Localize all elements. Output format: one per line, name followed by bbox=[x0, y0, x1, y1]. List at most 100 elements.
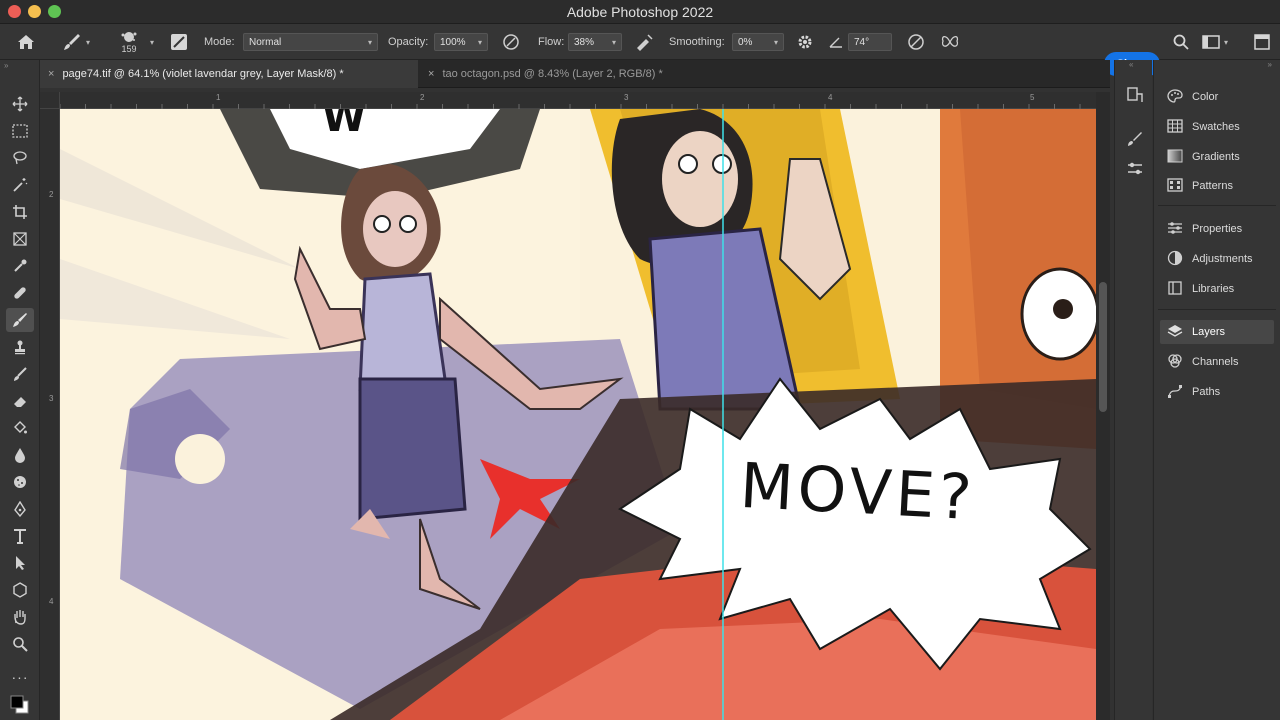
panel-layout-button[interactable] bbox=[1254, 24, 1270, 60]
mode-select[interactable]: Normal ▾ bbox=[243, 33, 378, 51]
eraser-icon bbox=[14, 397, 26, 407]
horizontal-ruler[interactable]: 1 2 3 4 5 bbox=[60, 92, 1096, 109]
symmetry-button[interactable] bbox=[940, 24, 960, 60]
ruler-label: 5 bbox=[1030, 93, 1035, 102]
tools-panel: » ··· bbox=[0, 60, 40, 720]
tab-label: tao octagon.psd @ 8.43% (Layer 2, RGB/8)… bbox=[442, 68, 663, 80]
panel-label: Libraries bbox=[1192, 283, 1235, 295]
zoom-tool[interactable] bbox=[6, 632, 34, 656]
chevron-down-icon[interactable]: ▾ bbox=[150, 38, 154, 47]
paintbrush-icon bbox=[13, 313, 27, 327]
foreground-color-swatch[interactable] bbox=[6, 693, 34, 717]
panel-adjustments[interactable]: Adjustments bbox=[1160, 247, 1274, 271]
panel-patterns[interactable]: Patterns bbox=[1160, 174, 1274, 198]
smoothing-options-button[interactable] bbox=[796, 24, 814, 60]
zoom-icon bbox=[13, 637, 28, 652]
search-button[interactable] bbox=[1172, 24, 1190, 60]
paint-bucket-tool[interactable] bbox=[6, 416, 34, 440]
panel-paths[interactable]: Paths bbox=[1160, 380, 1274, 404]
tab-label: page74.tif @ 64.1% (violet lavendar grey… bbox=[62, 68, 344, 80]
marquee-tool[interactable] bbox=[6, 119, 34, 143]
history-panel-button[interactable] bbox=[1124, 84, 1146, 106]
options-bar: ▾ 159 ▾ Mode: Normal ▾ Opacity: 100% ▾ Flo… bbox=[0, 24, 1280, 76]
flow-input[interactable]: 38% ▾ bbox=[568, 33, 622, 51]
brush-settings-toggle[interactable] bbox=[170, 24, 188, 60]
panel-swatches[interactable]: Swatches bbox=[1160, 115, 1274, 139]
vertical-scrollbar[interactable] bbox=[1096, 92, 1110, 720]
brush-tip-icon bbox=[121, 32, 137, 42]
ellipsis-icon: ··· bbox=[11, 669, 29, 685]
pen-tool[interactable] bbox=[6, 497, 34, 521]
brush-settings-panel-button[interactable] bbox=[1124, 158, 1146, 180]
home-button[interactable] bbox=[16, 24, 36, 60]
frame-tool[interactable] bbox=[6, 227, 34, 251]
brush-preset-picker[interactable]: ▾ bbox=[62, 24, 90, 60]
collapse-toolbar-icon[interactable]: » bbox=[4, 61, 8, 70]
panel-libraries[interactable]: Libraries bbox=[1160, 277, 1274, 301]
sliders-icon bbox=[1128, 162, 1142, 175]
panel-properties[interactable]: Properties bbox=[1160, 217, 1274, 241]
color-icon bbox=[1164, 88, 1186, 107]
document-canvas[interactable]: MOVE? W bbox=[60, 109, 1096, 720]
document-tab-bar: × page74.tif @ 64.1% (violet lavendar gr… bbox=[40, 60, 1110, 88]
collapse-panels-icon[interactable]: » bbox=[1268, 60, 1272, 69]
bandage-icon bbox=[14, 287, 26, 299]
eyedropper-tool[interactable] bbox=[6, 254, 34, 278]
smoothing-input[interactable]: 0% ▾ bbox=[732, 33, 784, 51]
panel-label: Paths bbox=[1192, 386, 1221, 398]
shape-tool[interactable] bbox=[6, 578, 34, 602]
airbrush-toggle[interactable] bbox=[634, 24, 654, 60]
panel-channels[interactable]: Channels bbox=[1160, 350, 1274, 374]
panel-layers[interactable]: Layers bbox=[1160, 320, 1274, 344]
panels-column: » Color Swatches Gradients Patterns Prop… bbox=[1153, 60, 1280, 720]
close-icon[interactable]: × bbox=[48, 68, 54, 80]
brush-size-value: 159 bbox=[121, 44, 137, 54]
lasso-tool[interactable] bbox=[6, 146, 34, 170]
scrollbar-thumb[interactable] bbox=[1099, 282, 1107, 412]
panel-color[interactable]: Color bbox=[1160, 85, 1274, 109]
chevron-down-icon: ▾ bbox=[1224, 37, 1229, 47]
panel-label: Swatches bbox=[1192, 121, 1240, 133]
panel-label: Gradients bbox=[1192, 151, 1240, 163]
eraser-tool[interactable] bbox=[6, 389, 34, 413]
clone-stamp-tool[interactable] bbox=[6, 335, 34, 359]
move-tool[interactable] bbox=[6, 92, 34, 116]
angle-icon bbox=[829, 37, 842, 48]
crop-tool[interactable] bbox=[6, 200, 34, 224]
brush-tool[interactable] bbox=[6, 308, 34, 332]
title-bar: Adobe Photoshop 2022 bbox=[0, 0, 1280, 24]
ruler-origin[interactable] bbox=[40, 92, 60, 109]
channels-icon bbox=[1164, 353, 1186, 372]
angle-input[interactable]: 74° bbox=[848, 33, 892, 51]
panel-label: Channels bbox=[1192, 356, 1239, 368]
sponge-tool[interactable] bbox=[6, 470, 34, 494]
workspace-button[interactable]: ▾ bbox=[1202, 24, 1228, 60]
magic-wand-tool[interactable] bbox=[6, 173, 34, 197]
artwork bbox=[60, 109, 1096, 720]
collapse-dock-icon[interactable]: « bbox=[1129, 60, 1133, 69]
path-selection-tool[interactable] bbox=[6, 551, 34, 575]
panel-label: Color bbox=[1192, 91, 1219, 103]
properties-icon bbox=[1164, 220, 1186, 239]
history-brush-icon bbox=[14, 367, 27, 381]
brushes-panel-button[interactable] bbox=[1124, 128, 1146, 150]
tab-tao-octagon[interactable]: × tao octagon.psd @ 8.43% (Layer 2, RGB/… bbox=[420, 60, 720, 88]
angle-value: 74° bbox=[854, 36, 870, 48]
healing-brush-tool[interactable] bbox=[6, 281, 34, 305]
pressure-size-toggle[interactable] bbox=[906, 24, 926, 60]
hand-tool[interactable] bbox=[6, 605, 34, 629]
more-tools-button[interactable]: ··· bbox=[6, 665, 34, 689]
opacity-input[interactable]: 100% ▾ bbox=[434, 33, 488, 51]
opacity-label: Opacity: bbox=[388, 36, 429, 48]
type-tool[interactable] bbox=[6, 524, 34, 548]
tab-page74[interactable]: × page74.tif @ 64.1% (violet lavendar gr… bbox=[40, 60, 418, 88]
pen-icon bbox=[14, 501, 26, 517]
brush-size-picker[interactable]: 159 bbox=[118, 24, 140, 60]
history-brush-tool[interactable] bbox=[6, 362, 34, 386]
close-icon[interactable]: × bbox=[428, 68, 434, 80]
pressure-opacity-toggle[interactable] bbox=[502, 24, 520, 60]
panel-divider bbox=[1158, 205, 1276, 206]
panel-gradients[interactable]: Gradients bbox=[1160, 145, 1274, 169]
blur-tool[interactable] bbox=[6, 443, 34, 467]
vertical-ruler[interactable]: 2 3 4 bbox=[40, 92, 60, 720]
